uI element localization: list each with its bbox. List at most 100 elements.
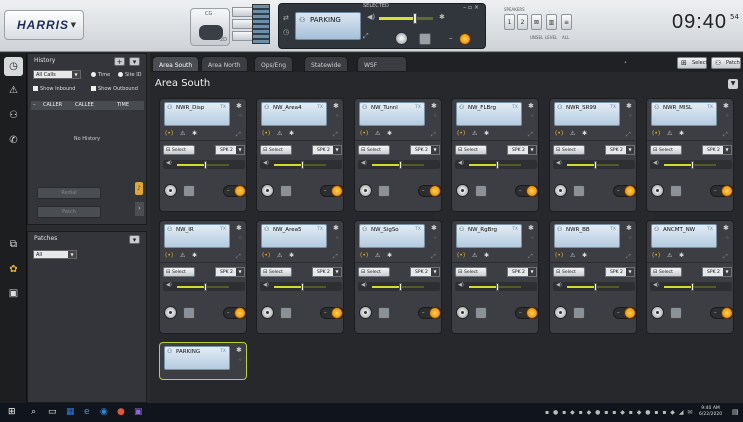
select-channel-button[interactable]: ⊟ Select bbox=[163, 145, 195, 155]
ptt-button[interactable] bbox=[456, 306, 469, 319]
volume-thumb[interactable] bbox=[204, 161, 207, 169]
phone-button[interactable]: CG 2D bbox=[190, 8, 230, 46]
gear-small-icon[interactable]: ✱ bbox=[192, 252, 197, 259]
patches-menu-button[interactable]: ▾ bbox=[129, 235, 140, 244]
gear-small-icon[interactable]: ✱ bbox=[582, 130, 587, 137]
volume-thumb[interactable] bbox=[594, 283, 597, 291]
gear-small-icon[interactable]: ✱ bbox=[192, 130, 197, 137]
ptt-button[interactable] bbox=[554, 306, 567, 319]
volume-track[interactable] bbox=[664, 161, 716, 169]
speaker-select[interactable]: SPK 2 ▼ bbox=[410, 145, 440, 155]
ptt-button[interactable] bbox=[651, 306, 664, 319]
volume-track[interactable] bbox=[274, 283, 326, 291]
volume-thumb[interactable] bbox=[301, 161, 304, 169]
volume-thumb[interactable] bbox=[399, 161, 402, 169]
history-menu-button[interactable]: ▾ bbox=[129, 57, 140, 66]
speaker-select[interactable]: SPK 2 ▼ bbox=[702, 267, 732, 277]
channel-display[interactable]: ⚇ NW_SigSo TX bbox=[359, 224, 425, 248]
patch-group-nav-icon[interactable]: ✿ bbox=[4, 260, 23, 279]
activity-icon[interactable]: (•) bbox=[165, 130, 173, 137]
volume-thumb[interactable] bbox=[301, 283, 304, 291]
speaker-select[interactable]: SPK 2 ▼ bbox=[702, 145, 732, 155]
users-nav-icon[interactable]: ⚇ bbox=[4, 106, 23, 125]
speaker-select[interactable]: SPK 2 ▼ bbox=[605, 267, 635, 277]
select-channel-button[interactable]: ⊟ Select bbox=[358, 145, 390, 155]
expand-icon[interactable]: ⤢ bbox=[333, 253, 338, 261]
expand-icon[interactable]: ⤢ bbox=[363, 32, 369, 41]
channel-volume[interactable]: ◀) bbox=[650, 282, 732, 291]
channel-volume[interactable]: ◀) bbox=[553, 160, 635, 169]
channel-display[interactable]: ⚇ NWR_BB TX bbox=[554, 224, 620, 248]
select-channel-button[interactable]: ⊟ Select bbox=[455, 145, 487, 155]
mute-toggle[interactable]: – bbox=[710, 307, 734, 319]
mute-toggle[interactable]: – bbox=[320, 185, 344, 197]
gear-small-icon[interactable]: ✱ bbox=[679, 130, 684, 137]
ptt-button[interactable] bbox=[164, 184, 177, 197]
volume-thumb[interactable] bbox=[496, 161, 499, 169]
square-button[interactable] bbox=[183, 185, 195, 197]
mute-toggle[interactable]: – bbox=[710, 185, 734, 197]
speaker-select[interactable]: SPK 2 ▼ bbox=[312, 267, 342, 277]
gear-icon[interactable]: ✱ bbox=[333, 224, 339, 232]
ptt-button[interactable] bbox=[456, 184, 469, 197]
settings-icon[interactable]: ◉ bbox=[100, 407, 108, 418]
channel-card[interactable]: ⚇ NW_Area4 TX ✱ ⁘ ⤢ (•) ⚠ ✱ ⊟ Select SPK 2 ▼ ◀) – bbox=[256, 98, 345, 212]
col-time[interactable]: TIME bbox=[117, 102, 129, 108]
tab-wsf[interactable]: WSF bbox=[357, 56, 407, 72]
show-inbound-checkbox[interactable]: Show Inbound bbox=[33, 86, 75, 92]
select-channel-button[interactable]: ⊟ Select bbox=[553, 267, 585, 277]
expand-icon[interactable]: ⤢ bbox=[333, 131, 338, 139]
square-button[interactable] bbox=[378, 185, 390, 197]
square-button[interactable] bbox=[280, 185, 292, 197]
gear-icon[interactable]: ✱ bbox=[439, 13, 445, 21]
volume-thumb[interactable] bbox=[691, 283, 694, 291]
square-button[interactable] bbox=[670, 307, 682, 319]
channel-display[interactable]: ⚇ NWR_MISL TX bbox=[651, 102, 717, 126]
show-outbound-checkbox[interactable]: Show Outbound bbox=[91, 86, 138, 92]
select-channel-button[interactable]: ⊟ Select bbox=[455, 267, 487, 277]
mute-toggle[interactable]: – bbox=[613, 185, 637, 197]
ptt-button[interactable] bbox=[554, 184, 567, 197]
orange-activity-button[interactable] bbox=[459, 33, 471, 45]
mute-toggle[interactable]: – bbox=[515, 185, 539, 197]
gear-icon[interactable]: ✱ bbox=[723, 102, 729, 110]
channel-card[interactable]: ⚇ NWR_MISL TX ✱ ⁘ ⤢ (•) ⚠ ✱ ⊟ Select SPK 2 ▼ ◀) – bbox=[646, 98, 735, 212]
channel-display[interactable]: ⚇ NW_FLBrg TX bbox=[456, 102, 522, 126]
redial-button[interactable]: Redial bbox=[37, 187, 101, 199]
square-button[interactable] bbox=[419, 33, 431, 45]
volume-thumb[interactable] bbox=[691, 161, 694, 169]
activity-icon[interactable]: (•) bbox=[555, 130, 563, 137]
channel-display[interactable]: ⚇ NWR_Disp TX bbox=[164, 102, 230, 126]
gear-icon[interactable]: ✱ bbox=[236, 102, 242, 110]
activity-icon[interactable]: (•) bbox=[262, 252, 270, 259]
channel-volume[interactable]: ◀) bbox=[455, 160, 537, 169]
volume-track[interactable] bbox=[274, 161, 326, 169]
square-button[interactable] bbox=[280, 307, 292, 319]
mute-toggle[interactable]: – bbox=[320, 307, 344, 319]
activity-icon[interactable]: (•) bbox=[457, 130, 465, 137]
expand-icon[interactable]: ⤢ bbox=[236, 131, 241, 139]
tab-area-south[interactable]: Area South bbox=[152, 56, 200, 72]
volume-thumb[interactable] bbox=[594, 161, 597, 169]
volume-track[interactable] bbox=[372, 283, 424, 291]
alert-nav-icon[interactable]: ⚠ bbox=[4, 81, 23, 100]
expand-icon[interactable]: ⤢ bbox=[236, 253, 241, 261]
notification-icon[interactable]: ▤ bbox=[732, 408, 739, 416]
sort-site-radio[interactable]: Site ID bbox=[118, 72, 142, 78]
select-channel-button[interactable]: ⊟ Select bbox=[260, 145, 292, 155]
ptt-button[interactable] bbox=[651, 184, 664, 197]
square-button[interactable] bbox=[573, 185, 585, 197]
channel-card[interactable]: ⚇ NW_RgBrg TX ✱ ⁘ ⤢ (•) ⚠ ✱ ⊟ Select SPK 2 ▼ ◀) – bbox=[451, 220, 540, 334]
gear-small-icon[interactable]: ✱ bbox=[679, 252, 684, 259]
app-logo-menu[interactable]: HARRIS ▼ bbox=[4, 10, 84, 40]
channel-display[interactable]: ⚇ NW_Tunnl TX bbox=[359, 102, 425, 126]
expand-icon[interactable]: ⤢ bbox=[431, 131, 436, 139]
expand-icon[interactable]: ⤢ bbox=[723, 253, 728, 261]
activity-icon[interactable]: (•) bbox=[360, 130, 368, 137]
selected-volume-slider[interactable] bbox=[379, 13, 433, 24]
activity-icon[interactable]: (•) bbox=[457, 252, 465, 259]
gear-small-icon[interactable]: ✱ bbox=[484, 252, 489, 259]
chevron-down-icon[interactable]: ▼ bbox=[728, 79, 738, 89]
square-button[interactable] bbox=[183, 307, 195, 319]
browser-icon[interactable]: ● bbox=[117, 407, 125, 418]
